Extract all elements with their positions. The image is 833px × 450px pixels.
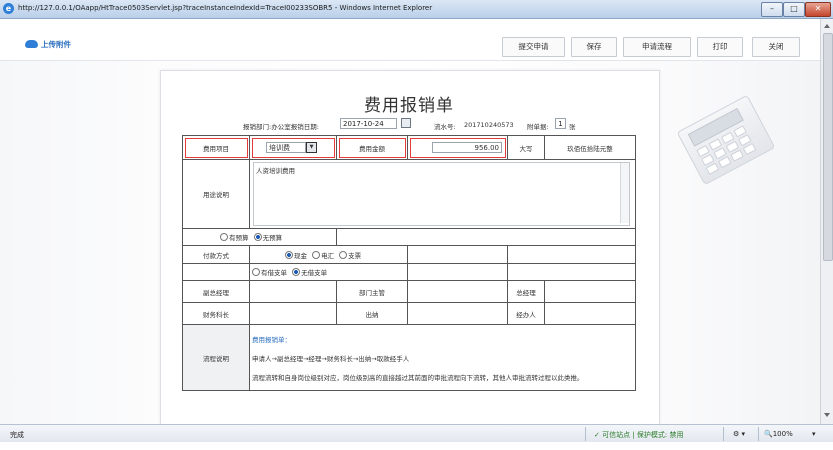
save-button[interactable]: 保存 <box>571 37 617 57</box>
finance-label: 财务科长 <box>182 302 250 325</box>
wire-label: 电汇 <box>321 251 335 260</box>
loan-empty-a <box>182 263 250 281</box>
zoom-value: 100% <box>772 430 793 438</box>
close-button[interactable]: 关闭 <box>752 37 800 57</box>
gm-label: 总经理 <box>507 280 545 303</box>
vice-gm-label: 副总经理 <box>182 280 250 303</box>
window-titlebar: e http://127.0.0.1/OAapp/HtTrace0503Serv… <box>0 0 833 19</box>
attachment-count-input[interactable]: 1 <box>555 118 566 129</box>
status-bar: 完成 ✓ 可信站点 | 保护模式: 禁用 ⚙ ▾ 🔍100% ▾ <box>0 424 833 443</box>
radio-has-budget[interactable] <box>220 233 228 241</box>
textarea-scrollbar[interactable] <box>620 163 629 223</box>
form-title: 费用报销单 <box>364 96 454 116</box>
purpose-textarea[interactable]: 人资培训费用 <box>253 162 630 226</box>
gm-sign[interactable] <box>544 280 636 303</box>
date-input[interactable]: 2017-10-24 <box>340 118 397 129</box>
minimize-button[interactable]: – <box>761 2 783 17</box>
security-zone[interactable]: ✓ 可信站点 | 保护模式: 禁用 <box>594 430 683 440</box>
radio-has-loan[interactable] <box>252 268 260 276</box>
radio-check[interactable] <box>339 250 348 259</box>
chevron-down-icon[interactable]: ▼ <box>306 142 317 153</box>
cashier-label: 出纳 <box>336 302 408 325</box>
dept-date-label: 报销部门:办公室报销日期: <box>243 123 319 131</box>
amount-cell: 956.00 <box>407 135 508 160</box>
request-flow-button[interactable]: 申请流程 <box>623 37 691 57</box>
ie-logo-icon: e <box>3 3 14 14</box>
amount-label: 费用金额 <box>336 135 408 160</box>
scroll-down-icon[interactable] <box>824 413 830 417</box>
serial-label: 流水号: <box>434 123 456 131</box>
loan-empty-c <box>507 263 636 281</box>
calendar-icon[interactable] <box>401 118 411 128</box>
dept-head-label: 部门主管 <box>336 280 408 303</box>
loan-empty-b <box>407 263 508 281</box>
budget-empty <box>336 228 636 246</box>
flow-line-1: 申请人→副总经理→经理→财务科长→出纳→取款经手人 <box>252 355 410 363</box>
radio-no-budget[interactable] <box>253 233 262 241</box>
payment-empty-b <box>507 245 636 264</box>
bottom-margin <box>0 442 833 450</box>
print-button[interactable]: 打印 <box>697 37 743 57</box>
dept-head-sign[interactable] <box>407 280 508 303</box>
submit-request-button[interactable]: 提交申请 <box>502 37 565 57</box>
handler-sign[interactable] <box>544 302 636 325</box>
upload-attachment-link[interactable]: 上传附件 <box>25 39 71 50</box>
purpose-cell: 人资培训费用 <box>249 159 636 229</box>
expense-item-cell: 培训费 ▼ <box>249 135 337 160</box>
flow-line-2: 流程流转和自身岗位级别对应，岗位级别高的直接越过其前面的审批流程向下流转，其他人… <box>252 374 584 382</box>
calc-key <box>742 142 757 156</box>
upload-label: 上传附件 <box>41 40 71 49</box>
zoom-level[interactable]: 🔍100% <box>764 430 793 438</box>
zoom-icon: 🔍 <box>764 430 773 438</box>
close-window-button[interactable]: ✕ <box>805 2 831 17</box>
attachment-unit: 张 <box>569 123 576 131</box>
amount-input[interactable]: 956.00 <box>432 142 502 153</box>
attachment-label: 附单据: <box>527 123 549 131</box>
payment-label: 付款方式 <box>182 245 250 264</box>
check-label: 支票 <box>348 251 362 260</box>
cashier-sign[interactable] <box>407 302 508 325</box>
has-loan-label: 有借支单 <box>261 269 287 277</box>
radio-wire[interactable] <box>312 250 321 259</box>
expense-item-label: 费用项目 <box>182 135 250 160</box>
vice-gm-sign[interactable] <box>249 280 337 303</box>
purpose-text: 人资培训费用 <box>256 167 295 175</box>
no-loan-label: 无借支单 <box>301 269 328 277</box>
status-divider <box>723 427 724 441</box>
status-divider <box>758 427 759 441</box>
has-budget-label: 有预算 <box>229 234 249 242</box>
window-title: http://127.0.0.1/OAapp/HtTrace0503Servle… <box>18 4 433 12</box>
purpose-label: 用途说明 <box>182 159 250 229</box>
expense-item-select[interactable]: 培训费 <box>266 142 306 153</box>
loan-options: 有借支单 无借支单 <box>249 263 408 281</box>
serial-value: 201710240573 <box>464 121 514 129</box>
protected-mode-icon[interactable]: ⚙ ▾ <box>733 430 745 438</box>
flow-label: 流程说明 <box>182 324 250 391</box>
cash-label: 现金 <box>294 251 307 260</box>
calc-key <box>718 156 732 169</box>
uppercase-amount: 玖佰伍拾陆元整 <box>544 135 636 160</box>
cloud-upload-icon <box>25 40 38 48</box>
status-divider <box>585 427 586 441</box>
flow-heading: 费用报销单： <box>252 336 291 344</box>
scroll-thumb[interactable] <box>823 33 833 261</box>
scroll-up-icon[interactable] <box>824 24 830 28</box>
status-text: 完成 <box>10 431 24 439</box>
zoom-chevron-down-icon[interactable]: ▾ <box>812 430 816 438</box>
no-budget-label: 无预算 <box>262 234 283 242</box>
radio-cash[interactable] <box>285 250 293 259</box>
radio-no-loan[interactable] <box>292 268 301 276</box>
finance-sign[interactable] <box>249 302 337 325</box>
uppercase-label: 大写 <box>507 135 545 160</box>
payment-options: 现金 电汇 支票 <box>249 245 408 264</box>
expense-form-table: 费用项目 培训费 ▼ 费用金额 956.00 大写 玖佰伍拾陆元整 用途说明 人… <box>182 135 636 391</box>
flow-description: 费用报销单： 申请人→副总经理→经理→财务科长→出纳→取款经手人 流程流转和自身… <box>249 324 636 391</box>
budget-options: 有预算 无预算 <box>182 228 337 246</box>
page-scrollbar[interactable] <box>820 19 833 424</box>
maximize-button[interactable]: □ <box>783 2 805 17</box>
payment-empty-a <box>407 245 508 264</box>
handler-label: 经办人 <box>507 302 545 325</box>
